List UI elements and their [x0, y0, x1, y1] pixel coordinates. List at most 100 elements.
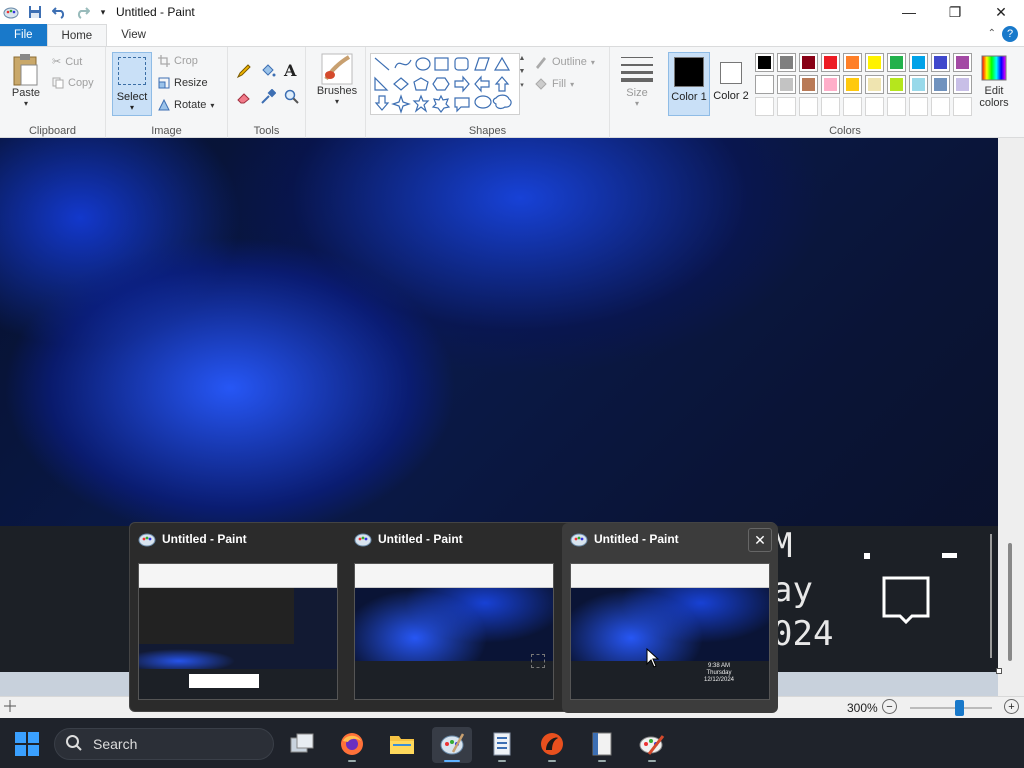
resize-label: Resize [174, 77, 208, 89]
rotate-label: Rotate [174, 99, 207, 111]
preview-window-2[interactable]: Untitled - Paint [346, 523, 562, 713]
paint-app-icon[interactable] [2, 3, 20, 21]
task-view-button[interactable] [282, 727, 322, 763]
brush-icon [321, 53, 353, 85]
folder-icon [389, 733, 415, 758]
shapes-group-label: Shapes [468, 125, 507, 137]
pencil-icon[interactable] [236, 63, 252, 79]
brushes-button[interactable]: Brushes ▾ [314, 53, 360, 106]
undo-icon[interactable] [50, 3, 68, 21]
taskbar-orange-app[interactable] [532, 727, 572, 763]
fill-bucket-icon[interactable] [260, 63, 276, 79]
outline-icon [534, 55, 548, 69]
image-group-label: Image [151, 125, 182, 137]
canvas-right-line [990, 534, 992, 658]
canvas-dash [942, 553, 957, 558]
shapes-scroll[interactable]: ▲ ▼ ▾ [518, 53, 526, 115]
preview-image: 9:38 AM Thursday 12/12/2024 [570, 563, 770, 700]
ribbon: Paste ▾ ✂ Cut Copy Clipboard Image Selec… [0, 46, 1024, 139]
text-tool-icon[interactable]: A [284, 61, 296, 80]
shapes-gallery[interactable] [370, 53, 520, 115]
size-button[interactable]: Size ▾ [618, 55, 656, 108]
help-icon[interactable]: ? [1002, 26, 1018, 42]
customize-qa-dropdown-icon[interactable]: ▾ [98, 3, 108, 21]
select-button[interactable]: Select ▾ [112, 52, 152, 116]
select-label: Select [116, 91, 148, 103]
preview-close-button[interactable]: ✕ [748, 528, 772, 552]
clipboard-group: Paste ▾ ✂ Cut Copy Clipboard [0, 47, 106, 139]
paste-dropdown-icon: ▾ [23, 99, 28, 108]
brushes-label: Brushes [316, 85, 358, 97]
title-bar: ▾ Untitled - Paint — ❐ ✕ [0, 0, 1024, 24]
window-title: Untitled - Paint [116, 5, 195, 19]
windows-start-icon[interactable] [14, 731, 40, 757]
search-icon [65, 734, 83, 755]
zoom-out-icon[interactable]: − [882, 699, 897, 714]
thumb-clock-time: 9:38 AM [707, 663, 730, 669]
select-dropdown-icon: ▾ [129, 103, 134, 112]
collapse-ribbon-icon[interactable]: ⌃ [988, 28, 996, 39]
notification-shape-icon [882, 576, 930, 627]
crop-button[interactable]: Crop [158, 55, 198, 67]
taskbar-paint[interactable] [432, 727, 472, 763]
tab-view[interactable]: View [107, 24, 160, 46]
color-picker-icon[interactable] [260, 89, 276, 105]
paste-button[interactable]: Paste ▾ [8, 53, 44, 108]
save-icon[interactable] [26, 3, 44, 21]
canvas-resize-handle[interactable] [996, 668, 1002, 674]
preview-window-1[interactable]: Untitled - Paint [130, 523, 346, 713]
eraser-icon[interactable] [236, 89, 252, 105]
taskbar-file-explorer[interactable] [382, 727, 422, 763]
ribbon-tabs: File Home View ⌃ ? [0, 24, 1024, 46]
taskbar-book-app[interactable] [582, 727, 622, 763]
minimize-button[interactable]: — [886, 0, 932, 24]
zoom-slider-thumb[interactable] [955, 700, 964, 716]
document-icon [492, 732, 512, 759]
running-indicator [648, 760, 656, 762]
taskbar-paint-classic[interactable] [632, 727, 672, 763]
copy-button[interactable]: Copy [52, 77, 94, 89]
taskbar-preview-popup: Untitled - Paint Untitled - Paint Untitl… [129, 522, 778, 713]
running-indicator [348, 760, 356, 762]
fill-label: Fill [552, 78, 567, 90]
running-indicator [548, 760, 556, 762]
fill-dropdown-icon: ▾ [570, 79, 575, 89]
rotate-dropdown-icon: ▾ [210, 100, 215, 110]
fill-button[interactable]: Fill ▾ [534, 77, 574, 91]
redo-icon[interactable] [74, 3, 92, 21]
vertical-scrollbar[interactable] [998, 138, 1024, 696]
zoom-in-icon[interactable]: + [1004, 699, 1019, 714]
tab-file[interactable]: File [0, 24, 47, 46]
outline-button[interactable]: Outline ▾ [534, 55, 595, 69]
preview-title: Untitled - Paint [162, 532, 247, 546]
tab-home[interactable]: Home [46, 24, 108, 46]
outline-label: Outline [552, 56, 587, 68]
clipboard-group-label: Clipboard [28, 125, 77, 137]
palette-brush-icon [639, 732, 665, 759]
paint-app-icon [439, 732, 465, 759]
outline-dropdown-icon: ▾ [590, 57, 595, 67]
resize-button[interactable]: Resize [158, 77, 208, 89]
crop-icon [158, 55, 170, 67]
app-orange-icon [540, 732, 564, 759]
rotate-icon [158, 99, 170, 111]
taskbar-search-box[interactable]: Search [54, 728, 274, 760]
scissors-icon: ✂ [52, 56, 62, 68]
rotate-button[interactable]: Rotate ▾ [158, 99, 214, 111]
taskbar-firefox[interactable] [332, 727, 372, 763]
close-button[interactable]: ✕ [978, 0, 1024, 24]
colors-group-label: Colors [829, 125, 861, 137]
preview-window-3[interactable]: Untitled - Paint ✕ 9:38 AM Thursday 12/1… [562, 523, 778, 713]
cut-button[interactable]: ✂ Cut [52, 55, 83, 69]
select-icon [118, 57, 146, 85]
vertical-scroll-thumb[interactable] [1008, 543, 1012, 661]
zoom-slider-track[interactable] [910, 707, 992, 709]
maximize-button[interactable]: ❐ [932, 0, 978, 24]
size-lines-icon [621, 55, 653, 83]
cut-label: Cut [65, 55, 83, 68]
thumb-clock-date: 12/12/2024 [703, 677, 735, 683]
resize-icon [158, 77, 170, 89]
magnifier-icon[interactable] [284, 89, 300, 105]
taskbar-document-app[interactable] [482, 727, 522, 763]
preview-title: Untitled - Paint [594, 532, 679, 546]
